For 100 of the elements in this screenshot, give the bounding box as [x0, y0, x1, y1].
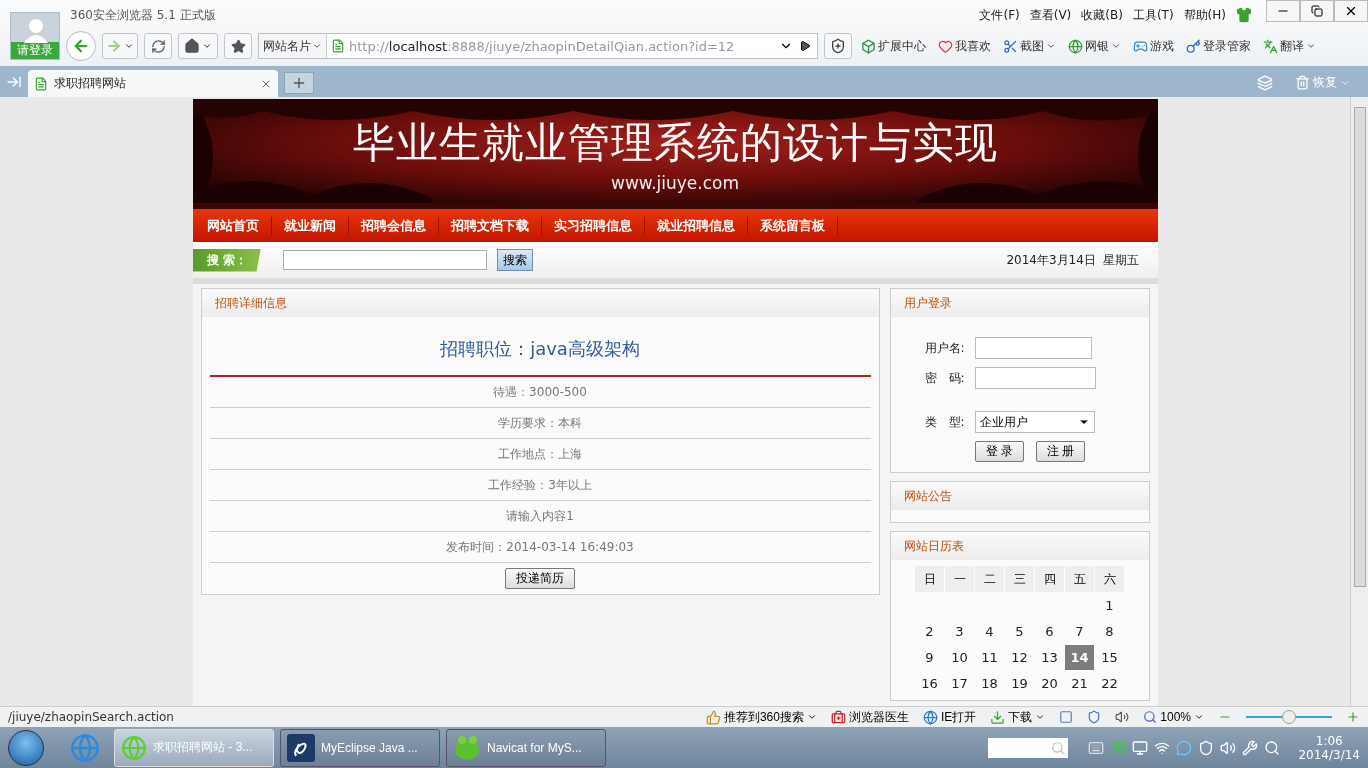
nav-link[interactable]: 招聘会信息 — [348, 216, 439, 235]
calendar-day[interactable]: 13 — [1035, 645, 1064, 670]
status-item[interactable]: IE打开 — [922, 708, 977, 726]
calendar-day[interactable]: 4 — [975, 619, 1004, 644]
calendar-day[interactable]: 11 — [975, 645, 1004, 670]
calendar-day[interactable]: 16 — [915, 671, 944, 696]
calendar-day[interactable]: 22 — [1095, 671, 1124, 696]
menu-item[interactable]: 帮助(H) — [1183, 6, 1226, 24]
menu-item[interactable]: 工具(T) — [1132, 6, 1174, 24]
nav-link[interactable]: 网站首页 — [194, 216, 272, 235]
calendar-day[interactable]: 8 — [1095, 619, 1124, 644]
username-field[interactable] — [974, 337, 1092, 359]
calendar-day[interactable]: 14 — [1065, 645, 1094, 670]
back-button[interactable] — [66, 31, 96, 61]
menu-item[interactable]: 收藏(B) — [1081, 6, 1123, 24]
close-button[interactable] — [1334, 0, 1368, 22]
panel-title: 招聘详细信息 — [214, 294, 287, 312]
back-icon — [72, 37, 90, 55]
shirt-icon[interactable] — [1236, 7, 1252, 23]
caret-icon — [1035, 712, 1046, 722]
search-button[interactable]: 搜索 — [496, 249, 533, 271]
favorite-button[interactable] — [224, 33, 252, 59]
forward-button[interactable] — [102, 33, 138, 59]
volume-icon[interactable] — [1220, 739, 1237, 756]
calendar-day[interactable]: 9 — [915, 645, 944, 670]
site-card-button[interactable]: 网站名片 — [259, 34, 327, 58]
calendar-day[interactable]: 12 — [1005, 645, 1034, 670]
new-tab-button[interactable] — [284, 72, 314, 94]
toolbar-item[interactable]: 扩展中心 — [858, 37, 929, 55]
weekday-header: 三 — [1005, 566, 1034, 592]
panel-title: 网站公告 — [903, 487, 952, 505]
status-item[interactable]: 浏览器医生 — [830, 708, 909, 726]
chat-icon[interactable] — [1176, 739, 1193, 756]
nav-link[interactable]: 招聘文档下载 — [438, 216, 542, 235]
detail-row: 请输入内容1 — [209, 501, 871, 532]
caret-icon — [806, 712, 817, 722]
calendar-day[interactable]: 18 — [975, 671, 1004, 696]
zoom-button[interactable]: 100% — [1143, 710, 1204, 724]
search-icon[interactable] — [1264, 739, 1281, 756]
apply-button[interactable]: 投递简历 — [505, 568, 575, 589]
calendar-day[interactable]: 5 — [1005, 619, 1034, 644]
toolbar-item[interactable]: 网银 — [1065, 37, 1124, 55]
type-select[interactable]: 企业用户 — [974, 411, 1095, 433]
nav-link[interactable]: 就业招聘信息 — [644, 216, 748, 235]
home-button[interactable] — [178, 33, 218, 59]
shield-icon[interactable] — [1087, 710, 1102, 724]
menu-item[interactable]: 查看(V) — [1029, 6, 1072, 24]
calendar-day[interactable]: 21 — [1065, 671, 1094, 696]
toolbar-item[interactable]: 我喜欢 — [935, 37, 994, 55]
caret-icon — [312, 41, 322, 51]
address-bar[interactable]: 网站名片 http://localhost:8888/jiuye/zhaopinDetailQian.action?id=12 — [258, 33, 818, 59]
toolbar-item[interactable]: 翻译 — [1260, 37, 1319, 55]
shield-icon[interactable] — [1198, 739, 1215, 756]
keyboard-icon[interactable] — [1088, 739, 1105, 756]
go-icon[interactable] — [799, 40, 811, 52]
calendar-day[interactable]: 3 — [945, 619, 974, 644]
calendar-day[interactable]: 7 — [1065, 619, 1094, 644]
monitor-icon[interactable] — [1132, 739, 1149, 756]
password-field[interactable] — [974, 367, 1096, 389]
caret-icon — [124, 41, 134, 51]
volume-icon[interactable] — [1115, 710, 1130, 724]
weekday-header: 一 — [945, 566, 974, 592]
calendar-day[interactable]: 1 — [1095, 593, 1124, 618]
calendar-day[interactable]: 2 — [915, 619, 944, 644]
nav-link[interactable]: 实习招聘信息 — [541, 216, 645, 235]
tray-search-field[interactable] — [988, 737, 1069, 758]
nav-link[interactable]: 就业新闻 — [271, 216, 349, 235]
status-item[interactable]: 下载 — [990, 708, 1046, 726]
wrench-icon[interactable] — [1242, 739, 1259, 756]
status-item[interactable]: 推荐到360搜索 — [705, 708, 817, 726]
window-icon[interactable] — [1059, 710, 1074, 724]
zoom-in-icon[interactable] — [1346, 710, 1360, 724]
start-button[interactable] — [8, 729, 44, 766]
toolbar-item[interactable]: 游戏 — [1130, 37, 1177, 55]
calendar-day[interactable]: 10 — [945, 645, 974, 670]
calendar-day[interactable]: 15 — [1095, 645, 1124, 670]
calendar-day[interactable]: 17 — [945, 671, 974, 696]
menu-item[interactable]: 文件(F) — [979, 6, 1020, 24]
search-field[interactable] — [282, 250, 487, 270]
calendar-day[interactable]: 20 — [1035, 671, 1064, 696]
download-icon — [990, 709, 1006, 725]
security-button[interactable] — [824, 33, 852, 59]
restore-icon — [1311, 5, 1323, 17]
minimize-button[interactable] — [1266, 0, 1300, 22]
clock-date: 2014/3/14 — [1298, 747, 1360, 762]
sidebar-toggle-icon[interactable] — [6, 74, 22, 90]
login-button[interactable]: 登 录 — [974, 441, 1024, 462]
register-button[interactable]: 注 册 — [1035, 441, 1086, 462]
nav-link[interactable]: 系统留言板 — [747, 216, 838, 235]
maximize-button[interactable] — [1300, 0, 1334, 22]
refresh-button[interactable] — [144, 33, 172, 59]
weekday-header: 二 — [975, 566, 1004, 592]
calendar-day[interactable]: 6 — [1035, 619, 1064, 644]
toolbar-item[interactable]: 登录管家 — [1183, 37, 1254, 55]
calendar-day[interactable]: 19 — [1005, 671, 1034, 696]
page-icon — [331, 39, 345, 53]
toolbar-item[interactable]: 截图 — [1000, 37, 1059, 55]
date-text: 2014年3月14日 星期五 — [1006, 251, 1140, 269]
browser-tab[interactable]: 求职招聘网站 — [28, 70, 278, 97]
caret-icon — [1046, 41, 1056, 51]
